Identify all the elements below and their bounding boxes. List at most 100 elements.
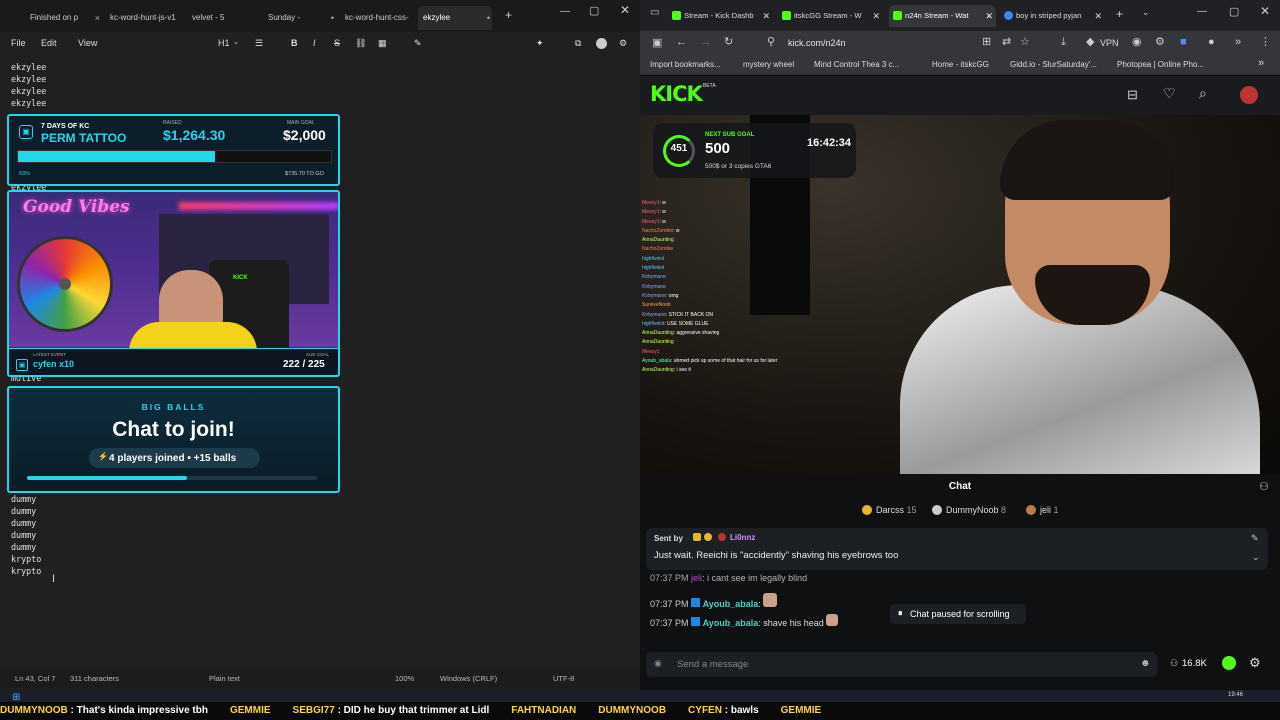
site-info-icon[interactable]: ⚲ [767, 37, 775, 48]
close-icon[interactable]: ✕ [762, 5, 770, 27]
search-icon[interactable]: ⌕ [1199, 86, 1207, 100]
bookmark-item[interactable]: Mind Control Thea 3 c... [814, 60, 899, 69]
clock[interactable]: 19:46 [1228, 692, 1243, 698]
extension-icon[interactable]: ⚙ [1155, 37, 1165, 48]
copilot-icon[interactable]: ✦ [536, 38, 544, 49]
download-icon[interactable]: ⤓ [1061, 37, 1066, 48]
account-icon[interactable]: ◉ [1132, 37, 1142, 48]
text-line: dummy [11, 494, 37, 504]
notepad-text-top[interactable]: ekzylee ekzylee ekzylee ekzylee [11, 61, 46, 109]
notepad-tab-active[interactable]: ekzylee • [418, 6, 492, 30]
stream-chat-line: SurviveNoob [642, 301, 882, 310]
close-window-icon[interactable]: ✕ [620, 3, 630, 17]
browser-tab[interactable]: itskcGG Stream - W ✕ [778, 5, 883, 27]
kick-coin-icon[interactable] [1222, 656, 1236, 670]
message-user[interactable]: jeli [691, 573, 702, 583]
tab-actions-icon[interactable]: ▭ [650, 7, 659, 18]
table-icon[interactable]: ▦ [378, 38, 387, 49]
video-player[interactable]: 451 NEXT SUB GOAL 500 500$ or 3 copies G… [640, 115, 1280, 474]
new-tab-icon[interactable]: + [1116, 7, 1123, 21]
strikethrough-icon[interactable]: S [334, 38, 340, 48]
chat-message: 07:37 PM Ayoub_abala: [650, 593, 778, 609]
bookmark-item[interactable]: Import bookmarks... [650, 60, 721, 69]
notepad-text-bottom[interactable]: dummy dummy dummy dummy dummy krypto kry… [11, 493, 41, 577]
ticker-item: DUMMYNOOB [598, 705, 666, 716]
text-line: ekzylee [11, 62, 47, 72]
extension-blue-icon[interactable]: ■ [1180, 37, 1187, 48]
maximize-icon[interactable]: ▢ [589, 4, 599, 17]
reload-icon[interactable]: ↻ [724, 37, 733, 48]
tattoo-goal-overlay: ▣ 7 DAYS OF KC PERM TATTOO RAISED $1,264… [7, 114, 340, 186]
stream-chat-text: : USE SOME GLUE [664, 320, 709, 327]
browser-tab-active[interactable]: n24n Stream - Wat ✕ [889, 5, 996, 27]
maximize-icon[interactable]: ▢ [1229, 5, 1239, 18]
kick-logo[interactable]: KICK [650, 82, 703, 106]
message-user[interactable]: Ayoub_abala [703, 599, 759, 609]
status-zoom[interactable]: 100% [395, 674, 414, 683]
chat-paused-banner[interactable]: ⏸ Chat paused for scrolling [890, 604, 1026, 624]
heading-dropdown[interactable]: H1 [218, 38, 230, 48]
back-icon[interactable]: ← [676, 37, 687, 48]
bold-icon[interactable]: B [291, 38, 298, 48]
vpn-label[interactable]: VPN [1100, 38, 1119, 48]
profile-icon[interactable]: ● [1208, 37, 1215, 48]
chevron-down-icon[interactable]: ⌄ [233, 38, 239, 46]
pinned-user[interactable]: Li0nnz [730, 533, 755, 542]
link-icon[interactable]: ⛓ [355, 38, 366, 49]
chat-input[interactable]: ◉ Send a message ☻ [646, 652, 1157, 677]
notepad-tab[interactable]: Finished on p × [30, 6, 102, 30]
bookmark-item[interactable]: mystery wheel [743, 60, 794, 69]
chat-placeholder: Send a message [677, 659, 749, 670]
status-eol[interactable]: Windows (CRLF) [440, 674, 497, 683]
status-encoding[interactable]: UTF-8 [553, 674, 574, 683]
menu-view[interactable]: View [78, 38, 97, 48]
close-icon[interactable]: ✕ [1094, 5, 1102, 27]
close-icon[interactable]: ✕ [872, 5, 880, 27]
more-extensions-icon[interactable]: » [1235, 37, 1241, 48]
close-icon[interactable]: × [95, 6, 100, 30]
share-icon[interactable]: ⧉ [575, 38, 581, 49]
bookmark-item[interactable]: Gidd.io - SlurSaturday'... [1010, 60, 1097, 69]
emote-picker-icon[interactable]: ☻ [1140, 658, 1151, 669]
close-icon[interactable]: • [331, 6, 334, 30]
address-bar[interactable]: kick.com/n24n [788, 35, 1008, 51]
chevron-down-icon[interactable]: ⌄ [1252, 552, 1260, 563]
close-icon[interactable]: ✕ [985, 5, 993, 27]
status-format[interactable]: Plain text [209, 674, 240, 683]
menu-file[interactable]: File [11, 38, 26, 48]
heart-icon[interactable]: ♡ [1163, 86, 1176, 100]
user-list-icon[interactable]: ⚇ [1259, 482, 1269, 493]
minimize-icon[interactable]: — [560, 6, 570, 17]
translate-icon[interactable]: ⇄ [1002, 37, 1011, 48]
vpn-icon[interactable]: ◆ [1086, 37, 1094, 48]
avatar[interactable] [596, 38, 607, 49]
more-bookmarks-icon[interactable]: » [1258, 57, 1264, 69]
new-tab-icon[interactable]: + [505, 8, 512, 22]
close-window-icon[interactable]: ✕ [1260, 4, 1270, 18]
avatar[interactable] [1240, 86, 1258, 104]
bookmark-star-icon[interactable]: ☆ [1020, 37, 1030, 48]
gear-icon[interactable]: ⚙ [1249, 655, 1261, 671]
message-user[interactable]: Ayoub_abala [703, 618, 759, 628]
gear-icon[interactable]: ⚙ [619, 38, 627, 49]
italic-icon[interactable]: I [313, 38, 316, 48]
browser-tab[interactable]: Stream - Kick Dashb ✕ [668, 5, 773, 27]
clear-format-icon[interactable]: ✎ [414, 38, 422, 49]
notepad-tab[interactable]: kc-word-hunt-css- [345, 6, 417, 30]
menu-edit[interactable]: Edit [41, 38, 57, 48]
message-text: shave his head [763, 618, 824, 628]
bookmark-item[interactable]: Home - itskcGG [932, 60, 989, 69]
bookmark-item[interactable]: Photopea | Online Pho... [1117, 60, 1204, 69]
notepad-tab[interactable]: velvet - 5 [188, 6, 258, 30]
chevron-down-icon[interactable]: ⌄ [1142, 7, 1150, 18]
browser-tab[interactable]: boy in striped pyjan ✕ [1000, 5, 1105, 27]
install-app-icon[interactable]: ⊞ [982, 37, 991, 48]
close-icon[interactable]: • [487, 6, 490, 30]
sidebar-icon[interactable]: ▣ [652, 38, 662, 49]
pin-icon[interactable]: ✎ [1251, 533, 1259, 544]
list-icon[interactable]: ☰ [255, 38, 263, 49]
menu-icon[interactable]: ⋮ [1260, 37, 1271, 48]
browse-icon[interactable]: ⊟ [1127, 88, 1138, 101]
minimize-icon[interactable]: — [1197, 6, 1207, 17]
notepad-tab[interactable]: Sunday - • [268, 6, 336, 30]
